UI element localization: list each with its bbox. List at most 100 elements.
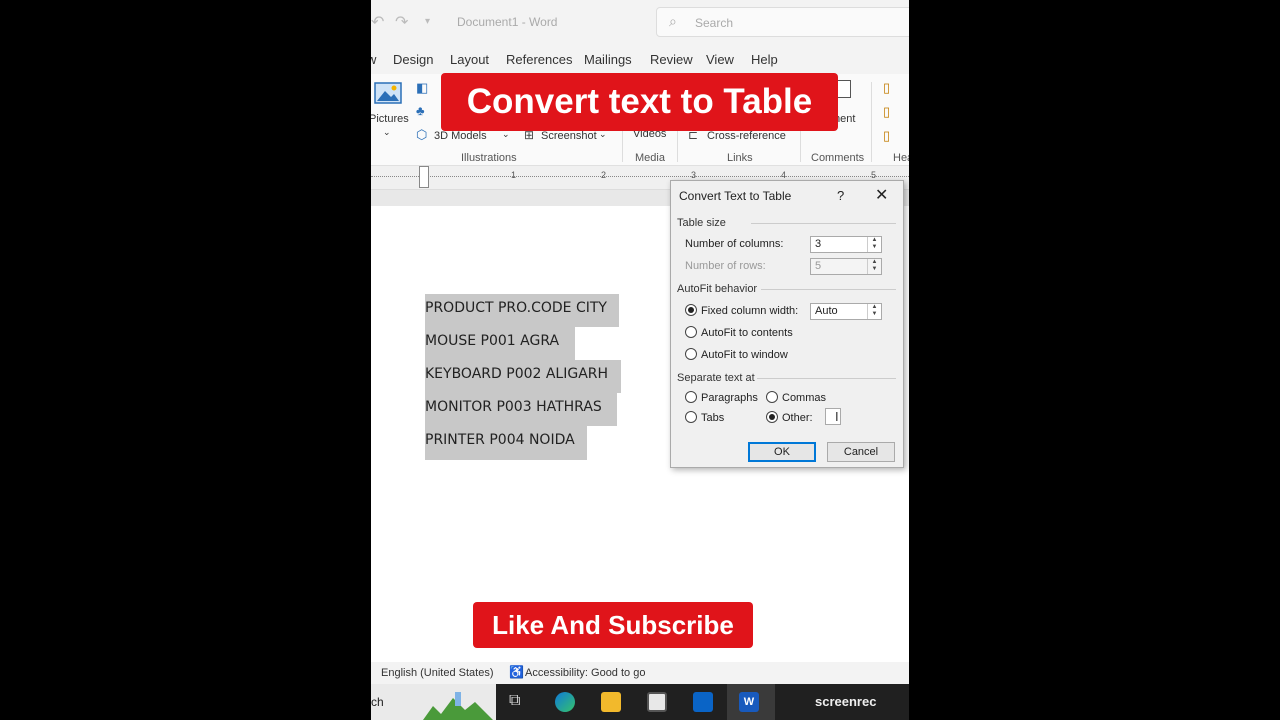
rows-stepper: 5 ▲ ▼ (810, 258, 882, 275)
group-media: Media (635, 152, 665, 164)
columns-value: 3 (815, 238, 822, 250)
section-divider (751, 223, 896, 224)
document-line[interactable]: KEYBOARD P002 ALIGARH (425, 360, 621, 393)
tab-review[interactable]: Review (650, 52, 693, 67)
document-line[interactable]: PRODUCT PRO.CODE CITY (425, 294, 619, 327)
word-window: ↶ ↷ ▾ Document1 - Word ⌕ Search w Design… (371, 0, 909, 720)
close-icon[interactable]: ✕ (875, 185, 888, 205)
footer-icon[interactable]: ▯ (883, 104, 890, 120)
tab-mailings[interactable]: Mailings (584, 52, 632, 67)
commas-label[interactable]: Commas (782, 392, 826, 404)
redo-icon[interactable]: ↷ (395, 12, 408, 32)
indent-marker[interactable] (419, 166, 429, 188)
other-radio[interactable] (766, 411, 778, 423)
taskbar-search-area[interactable]: ch (371, 684, 496, 720)
title-bar: ↶ ↷ ▾ Document1 - Word ⌕ Search (371, 0, 909, 44)
paragraphs-radio[interactable] (685, 391, 697, 403)
tabs-radio[interactable] (685, 411, 697, 423)
ruler-number: 4 (781, 170, 787, 180)
fixed-width-stepper[interactable]: Auto ▲ ▼ (810, 303, 882, 320)
word-taskbar-button[interactable]: W (727, 684, 775, 720)
convert-text-to-table-dialog: Convert Text to Table ? ✕ Table size Num… (670, 180, 904, 468)
comment-icon[interactable] (837, 80, 851, 98)
document-title: Document1 - Word (457, 15, 558, 29)
cancel-button[interactable]: Cancel (827, 442, 895, 462)
section-separate: Separate text at (677, 372, 755, 384)
dialog-title: Convert Text to Table (679, 189, 792, 203)
ruler-number: 5 (871, 170, 877, 180)
ruler-number: 2 (601, 170, 607, 180)
tab-help[interactable]: Help (751, 52, 778, 67)
other-separator-input[interactable]: I (825, 408, 841, 425)
autofit-window-radio[interactable] (685, 348, 697, 360)
ok-button[interactable]: OK (748, 442, 816, 462)
weather-widget-icon[interactable] (423, 686, 493, 720)
3d-models-icon[interactable]: ⬡ (416, 127, 427, 143)
edge-icon[interactable] (555, 692, 575, 712)
document-line[interactable]: MONITOR P003 HATHRAS (425, 393, 617, 426)
rows-value: 5 (815, 260, 822, 272)
fixed-width-value: Auto (815, 305, 838, 317)
other-label[interactable]: Other: (782, 412, 813, 424)
stepper-arrows-icon[interactable]: ▲ ▼ (867, 237, 881, 252)
autofit-contents-radio[interactable] (685, 326, 697, 338)
help-icon[interactable]: ? (837, 188, 844, 203)
tab-layout[interactable]: Layout (450, 52, 489, 67)
tabs-label[interactable]: Tabs (701, 412, 724, 424)
stepper-arrows-icon[interactable]: ▲ ▼ (867, 304, 881, 319)
customize-icon[interactable]: ▾ (425, 16, 430, 27)
search-placeholder: Search (695, 16, 734, 30)
accessibility-status[interactable]: Accessibility: Good to go (525, 667, 645, 679)
tab-references[interactable]: References (506, 52, 572, 67)
ribbon-tabs: w Design Layout References Mailings Revi… (371, 44, 909, 74)
shapes-icon[interactable]: ◧ (416, 80, 428, 96)
pictures-dropdown-icon[interactable]: ⌄ (383, 127, 391, 138)
title-banner: Convert text to Table (441, 73, 838, 131)
file-explorer-icon[interactable] (601, 692, 621, 712)
screenshot-label[interactable]: Screenshot (541, 130, 597, 142)
autofit-window-label[interactable]: AutoFit to window (701, 349, 788, 361)
ruler-number: 3 (691, 170, 697, 180)
commas-radio[interactable] (766, 391, 778, 403)
fixed-width-radio[interactable] (685, 304, 697, 316)
section-autofit: AutoFit behavior (677, 283, 758, 295)
document-line[interactable]: MOUSE P001 AGRA (425, 327, 575, 360)
group-header-footer: Hea (893, 152, 909, 164)
cross-reference-label[interactable]: Cross-reference (707, 130, 786, 142)
group-illustrations: Illustrations (461, 152, 517, 164)
text-cursor-icon: I (835, 409, 839, 424)
pictures-icon[interactable] (374, 82, 402, 106)
outlook-icon[interactable] (693, 692, 713, 712)
autofit-contents-label[interactable]: AutoFit to contents (701, 327, 793, 339)
paragraphs-label[interactable]: Paragraphs (701, 392, 758, 404)
group-comments: Comments (811, 152, 865, 164)
word-icon: W (739, 692, 759, 712)
store-icon[interactable] (647, 692, 667, 712)
header-icon[interactable]: ▯ (883, 80, 890, 96)
pictures-label[interactable]: Pictures (371, 113, 409, 125)
subscribe-banner: Like And Subscribe (473, 602, 753, 648)
screenrec-watermark: screenrec (815, 694, 877, 709)
page-number-icon[interactable]: ▯ (883, 128, 890, 144)
ruler-ticks (371, 176, 909, 177)
fixed-width-label[interactable]: Fixed column width: (701, 305, 798, 317)
status-bar: English (United States) ♿ Accessibility:… (371, 662, 909, 684)
task-view-icon[interactable]: ⧉ (509, 692, 520, 710)
stepper-arrows-icon: ▲ ▼ (867, 259, 881, 274)
3d-models-label[interactable]: 3D Models (434, 130, 487, 142)
columns-stepper[interactable]: 3 ▲ ▼ (810, 236, 882, 253)
document-line[interactable]: PRINTER P004 NOIDA (425, 426, 587, 460)
search-input[interactable]: ⌕ Search (656, 7, 909, 37)
taskbar-search-text: ch (371, 695, 384, 709)
accessibility-icon: ♿ (509, 665, 524, 679)
undo-icon[interactable]: ↶ (371, 12, 384, 32)
icons-icon[interactable]: ♣ (416, 103, 425, 118)
language-status[interactable]: English (United States) (381, 667, 494, 679)
section-divider (761, 289, 896, 290)
tab-design[interactable]: Design (393, 52, 433, 67)
section-table-size: Table size (677, 217, 726, 229)
search-icon: ⌕ (669, 13, 677, 29)
tab-view[interactable]: View (706, 52, 734, 67)
ruler-number: 1 (511, 170, 517, 180)
tab-insert[interactable]: w (371, 52, 376, 67)
